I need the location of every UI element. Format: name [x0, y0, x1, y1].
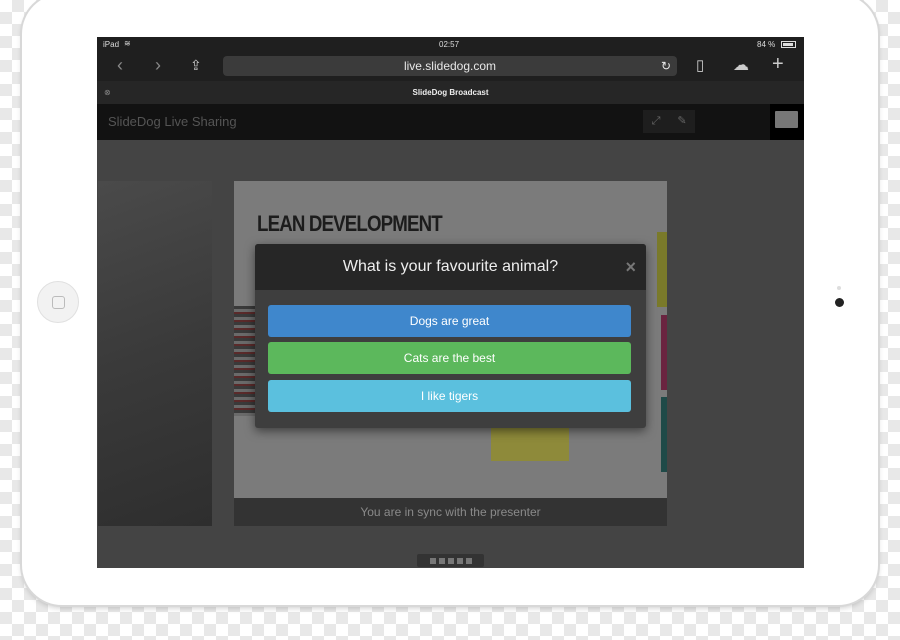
poll-option-cats[interactable]: Cats are the best [268, 342, 631, 374]
cloud-icon[interactable]: ☁ [733, 55, 749, 75]
page-dot[interactable] [438, 557, 445, 564]
poll-option-dogs[interactable]: Dogs are great [268, 305, 631, 337]
app-title: SlideDog Live Sharing [108, 114, 237, 129]
app-header: SlideDog Live Sharing ⤢ ✎ [97, 104, 804, 140]
share-icon[interactable]: ⇪ [190, 57, 202, 74]
page-dot[interactable] [429, 557, 436, 564]
new-tab-icon[interactable]: + [772, 53, 784, 76]
pen-button[interactable]: ✎ [669, 110, 695, 133]
close-icon[interactable]: × [625, 244, 636, 290]
poll-header: What is your favourite animal? × [255, 244, 646, 290]
poll-dialog: What is your favourite animal? × Dogs ar… [255, 244, 646, 428]
status-bar: iPad ≋ 02:57 84 % [97, 37, 804, 53]
page-dot[interactable] [465, 557, 472, 564]
sticky-note [657, 232, 667, 307]
browser-toolbar: ‹ › ⇪ live.slidedog.com ↻ ▯ ☁ + [97, 53, 804, 81]
fullscreen-button[interactable]: ⤢ [643, 110, 669, 133]
screen: iPad ≋ 02:57 84 % ‹ › ⇪ live.slidedog.co… [97, 37, 804, 568]
url-text: live.slidedog.com [403, 59, 497, 73]
slide-pager[interactable] [417, 554, 484, 567]
battery-text: 84 % [757, 40, 776, 49]
chat-icon [775, 111, 798, 128]
page-dot[interactable] [447, 557, 454, 564]
sensor [837, 286, 841, 290]
previous-slide-thumbnail[interactable] [98, 181, 212, 526]
camera [835, 298, 844, 307]
tab-bar: ⊗ SlideDog Broadcast [97, 81, 804, 104]
device-label: iPad [103, 40, 120, 49]
wifi-icon: ≋ [124, 39, 131, 48]
bookmarks-icon[interactable]: ▯ [696, 56, 704, 74]
page-dot[interactable] [456, 557, 463, 564]
poll-option-tigers[interactable]: I like tigers [268, 380, 631, 412]
tab-title[interactable]: SlideDog Broadcast [412, 88, 488, 97]
fullscreen-icon: ⤢ [651, 115, 661, 127]
forward-icon[interactable]: › [155, 55, 161, 76]
sticky-note [661, 397, 667, 472]
slide-title: LEAN DEVELOPMENT [257, 211, 443, 236]
back-icon[interactable]: ‹ [117, 55, 123, 76]
clock: 02:57 [439, 40, 460, 49]
address-bar[interactable]: live.slidedog.com ↻ [223, 56, 677, 76]
battery-icon [781, 41, 796, 48]
sticky-note [661, 315, 667, 390]
paper-stack [234, 306, 256, 416]
sync-status: You are in sync with the presenter [234, 498, 667, 526]
reload-icon[interactable]: ↻ [661, 56, 671, 76]
close-tab-icon[interactable]: ⊗ [104, 81, 111, 104]
pen-icon: ✎ [677, 115, 687, 127]
poll-question: What is your favourite animal? [342, 258, 559, 275]
home-button[interactable] [37, 281, 79, 323]
chat-button[interactable] [770, 104, 804, 140]
